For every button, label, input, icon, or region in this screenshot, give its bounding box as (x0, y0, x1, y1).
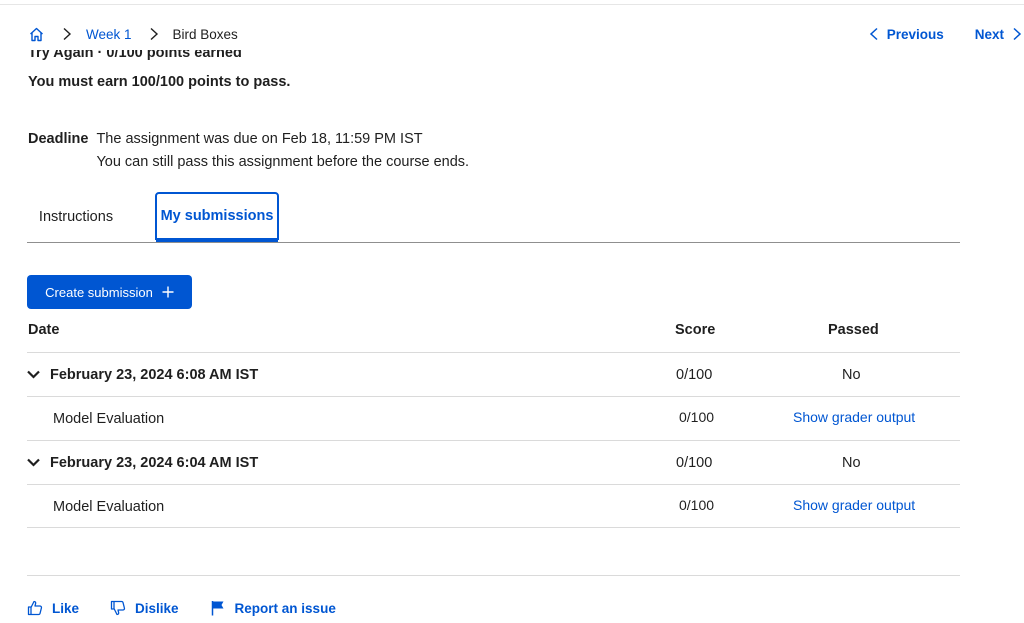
column-header-date: Date (28, 322, 60, 338)
submission-score: 0/100 (676, 366, 713, 383)
deadline-note: You can still pass this assignment befor… (96, 154, 470, 170)
flag-icon (211, 601, 224, 616)
create-submission-label: Create submission (45, 284, 153, 300)
home-icon[interactable] (28, 26, 45, 43)
grade-status-cutoff: Try Again · 0/100 points earned (28, 50, 242, 61)
evaluation-name: Model Evaluation (53, 410, 165, 427)
dislike-label: Dislike (135, 600, 179, 616)
chevron-down-icon[interactable] (27, 370, 40, 379)
submission-date: February 23, 2024 6:04 AM IST (27, 441, 258, 484)
breadcrumb: Week 1 Bird Boxes (28, 25, 238, 43)
submission-date: February 23, 2024 6:08 AM IST (27, 353, 258, 396)
table-bottom-divider (27, 527, 960, 528)
evaluation-score: 0/100 (679, 408, 715, 425)
evaluation-score: 0/100 (679, 496, 715, 513)
previous-button[interactable]: Previous (869, 27, 944, 42)
active-tab-indicator (156, 238, 278, 242)
deadline-label: Deadline (28, 131, 89, 147)
submission-detail-row: Model Evaluation 0/100 Show grader outpu… (27, 396, 960, 440)
evaluation-name: Model Evaluation (53, 498, 165, 515)
top-divider (0, 4, 1024, 5)
submission-score: 0/100 (676, 454, 713, 471)
thumbs-up-icon (27, 600, 43, 616)
dislike-button[interactable]: Dislike (110, 600, 179, 616)
deadline: Deadline The assignment was due on Feb 1… (28, 128, 469, 174)
report-issue-label: Report an issue (234, 600, 336, 616)
breadcrumb-current: Bird Boxes (172, 26, 238, 42)
breadcrumb-week[interactable]: Week 1 (86, 27, 132, 42)
chevron-left-icon (869, 27, 878, 41)
pass-requirement: You must earn 100/100 points to pass. (28, 74, 291, 90)
footer-divider (27, 575, 960, 576)
plus-icon (162, 286, 174, 298)
submission-passed: No (842, 366, 861, 383)
submission-row[interactable]: February 23, 2024 6:04 AM IST 0/100 No (27, 440, 960, 484)
feedback-bar: Like Dislike Report an issue (27, 598, 367, 618)
next-button[interactable]: Next (975, 27, 1024, 42)
report-issue-button[interactable]: Report an issue (210, 600, 336, 616)
like-label: Like (52, 600, 80, 616)
tab-bar: Instructions My submissions (27, 192, 960, 243)
show-grader-output-link[interactable]: Show grader output (793, 395, 915, 438)
table-header: Date Score Passed (27, 322, 960, 352)
column-header-passed: Passed (828, 322, 879, 338)
column-header-score: Score (675, 322, 716, 338)
create-submission-button[interactable]: Create submission (27, 275, 192, 309)
chevron-right-icon (60, 27, 74, 41)
show-grader-output-link[interactable]: Show grader output (793, 483, 915, 526)
submission-detail-row: Model Evaluation 0/100 Show grader outpu… (27, 484, 960, 528)
tab-instructions[interactable]: Instructions (27, 192, 125, 242)
next-label: Next (974, 26, 1004, 42)
submission-passed: No (842, 454, 861, 471)
tab-my-submissions[interactable]: My submissions (155, 192, 279, 240)
like-button[interactable]: Like (27, 600, 79, 616)
submission-row[interactable]: February 23, 2024 6:08 AM IST 0/100 No (27, 352, 960, 396)
thumbs-down-icon (110, 600, 126, 616)
deadline-due-text: The assignment was due on Feb 18, 11:59 … (96, 131, 423, 147)
previous-label: Previous (886, 26, 944, 42)
chevron-right-icon (147, 27, 161, 41)
chevron-right-icon (1013, 27, 1022, 41)
pager: Previous Next (869, 25, 1024, 43)
chevron-down-icon[interactable] (27, 458, 40, 467)
